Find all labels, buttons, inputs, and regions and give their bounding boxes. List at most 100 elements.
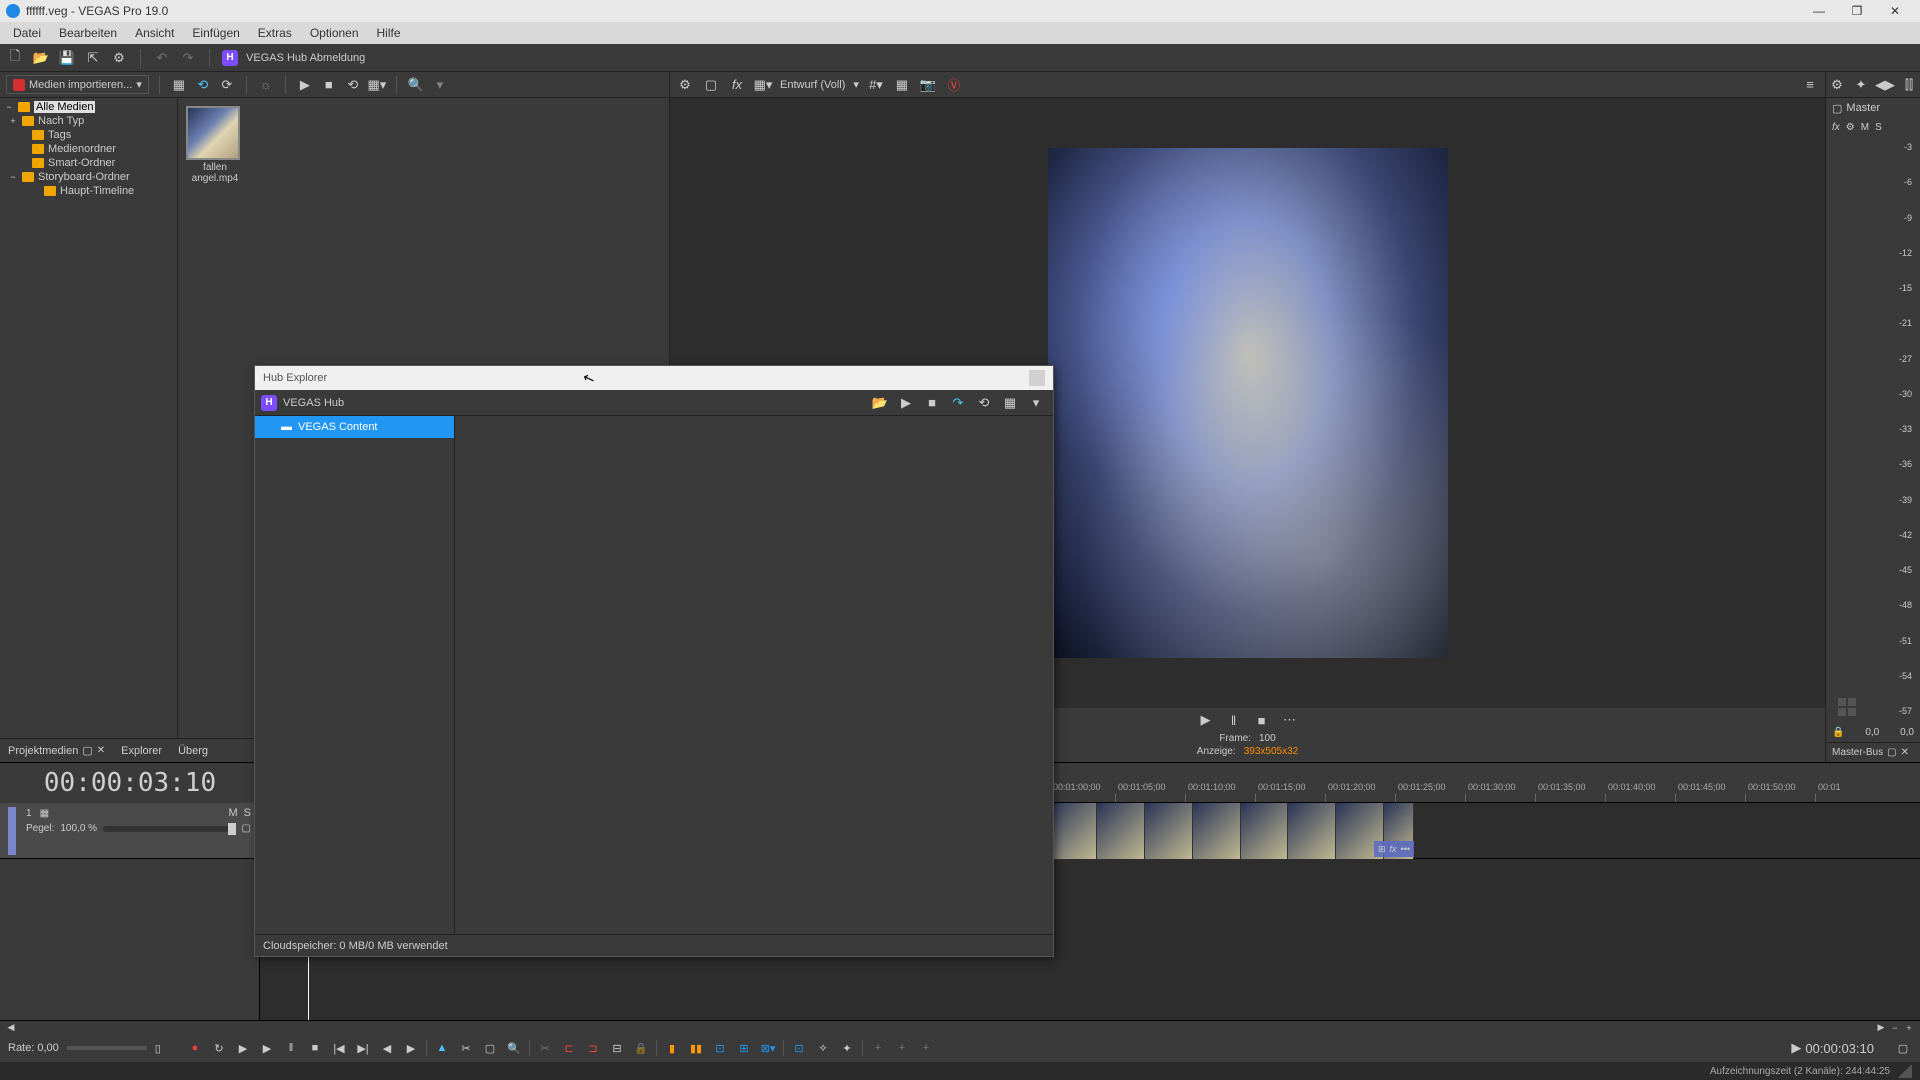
zoom-tool[interactable]: ▢ bbox=[481, 1039, 499, 1057]
refresh-icon[interactable]: ⟲ bbox=[344, 76, 362, 94]
rate-marker-icon[interactable]: ▯ bbox=[155, 1042, 161, 1055]
play-icon[interactable]: ▶ bbox=[296, 76, 314, 94]
open-folder-icon[interactable]: 📂 bbox=[871, 394, 889, 412]
tree-media-folders[interactable]: Medienordner bbox=[0, 142, 177, 156]
mono-icon[interactable]: ◀▶ bbox=[1876, 76, 1894, 94]
external-monitor-icon[interactable]: ▢ bbox=[702, 76, 720, 94]
pause-button[interactable]: ‖ bbox=[282, 1039, 300, 1057]
next-frame-button[interactable]: ▶ bbox=[402, 1039, 420, 1057]
scroll-left-icon[interactable]: ◀ bbox=[4, 1022, 18, 1034]
play-icon[interactable]: ▶ bbox=[1197, 711, 1215, 729]
tree-main-timeline[interactable]: Haupt-Timeline bbox=[0, 184, 177, 198]
hub-close-button[interactable] bbox=[1029, 370, 1045, 386]
play-button[interactable]: ▶ bbox=[258, 1039, 276, 1057]
zoom-out-icon[interactable]: − bbox=[1888, 1022, 1902, 1034]
master-bus-tab[interactable]: Master-Bus ▢ ✕ bbox=[1826, 742, 1920, 762]
resize-grip[interactable] bbox=[1898, 1064, 1912, 1078]
play-start-button[interactable]: ▶ bbox=[234, 1039, 252, 1057]
menu-einfuegen[interactable]: Einfügen bbox=[183, 22, 248, 44]
volume-button[interactable]: ✦ bbox=[838, 1039, 856, 1057]
auto-ripple-button[interactable]: ⊞ bbox=[735, 1039, 753, 1057]
trim-start-button[interactable]: ⊏ bbox=[560, 1039, 578, 1057]
snap-button[interactable]: ⊡ bbox=[711, 1039, 729, 1057]
go-start-button[interactable]: |◀ bbox=[330, 1039, 348, 1057]
overlays-icon[interactable]: ▦ bbox=[893, 76, 911, 94]
lock-button[interactable]: 🔒 bbox=[632, 1039, 650, 1057]
get-media-icon[interactable]: ⟲ bbox=[194, 76, 212, 94]
hub-titlebar[interactable]: Hub Explorer bbox=[255, 366, 1053, 390]
tab-explorer[interactable]: Explorer bbox=[113, 739, 170, 762]
stop-button[interactable]: ■ bbox=[306, 1039, 324, 1057]
menu-extras[interactable]: Extras bbox=[249, 22, 301, 44]
magnify-icon[interactable]: 🔍 bbox=[505, 1039, 523, 1057]
views-icon[interactable]: ▦ bbox=[1001, 394, 1019, 412]
preview-props-icon[interactable]: ⚙ bbox=[676, 76, 694, 94]
dropdown-icon[interactable]: ▾ bbox=[431, 76, 449, 94]
stop-icon[interactable]: ■ bbox=[320, 76, 338, 94]
properties-icon[interactable]: ⚙ bbox=[110, 49, 128, 67]
record-button[interactable]: ● bbox=[186, 1039, 204, 1057]
faders-icon[interactable]: ⫿⫿ bbox=[1900, 76, 1918, 94]
search-icon[interactable]: 🔍 bbox=[407, 76, 425, 94]
menu-datei[interactable]: Datei bbox=[4, 22, 50, 44]
tree-storyboard[interactable]: −Storyboard-Ordner bbox=[0, 170, 177, 184]
stop-icon[interactable]: ■ bbox=[923, 394, 941, 412]
open-icon[interactable]: 📂 bbox=[32, 49, 50, 67]
level-slider[interactable] bbox=[103, 826, 235, 832]
track-more-icon[interactable]: ▢ bbox=[242, 823, 251, 834]
track-color[interactable] bbox=[8, 807, 16, 855]
render-icon[interactable]: ⇱ bbox=[84, 49, 102, 67]
save-icon[interactable]: 💾 bbox=[58, 49, 76, 67]
stop-icon[interactable]: ■ bbox=[1253, 711, 1271, 729]
mute-button[interactable]: M bbox=[228, 807, 237, 819]
add-bus-button[interactable]: + bbox=[917, 1039, 935, 1057]
hub-explorer-window[interactable]: Hub Explorer H VEGAS Hub 📂 ▶ ■ ↷ ⟲ ▦ ▾ ▬… bbox=[254, 365, 1054, 957]
fit-icon[interactable]: ▢ bbox=[1894, 1039, 1912, 1057]
marker-button[interactable]: ▮ bbox=[663, 1039, 681, 1057]
more-icon[interactable]: ⋯ bbox=[1281, 711, 1299, 729]
split-button[interactable]: ⊟ bbox=[608, 1039, 626, 1057]
hub-logout-label[interactable]: VEGAS Hub Abmeldung bbox=[246, 52, 365, 64]
tree-tags[interactable]: Tags bbox=[0, 128, 177, 142]
grid-icon[interactable]: #▾ bbox=[867, 76, 885, 94]
video-fx-icon[interactable]: fx bbox=[728, 76, 746, 94]
capture-icon[interactable]: ▦ bbox=[170, 76, 188, 94]
fx-icon[interactable]: fx bbox=[1390, 844, 1397, 854]
solo-button[interactable]: S bbox=[1875, 122, 1882, 133]
video-clip[interactable]: ⊞ fx ••• bbox=[1049, 803, 1414, 859]
media-thumbnail[interactable]: fallen angel.mp4 bbox=[186, 106, 244, 184]
track-motion-icon[interactable]: ▦ bbox=[40, 808, 49, 819]
menu-ansicht[interactable]: Ansicht bbox=[126, 22, 183, 44]
more-icon[interactable]: ••• bbox=[1401, 844, 1410, 854]
menu-bearbeiten[interactable]: Bearbeiten bbox=[50, 22, 126, 44]
timecode-display[interactable]: 00:00:03:10 bbox=[0, 763, 260, 803]
play-icon[interactable]: ▶ bbox=[897, 394, 915, 412]
vegas-icon[interactable]: Ⓥ bbox=[945, 76, 963, 94]
pan-crop-icon[interactable]: ⊞ bbox=[1378, 844, 1386, 855]
auto-preview-icon[interactable]: ↷ bbox=[949, 394, 967, 412]
hub-vegas-content[interactable]: ▬ VEGAS Content bbox=[255, 416, 454, 438]
prev-frame-button[interactable]: ◀ bbox=[378, 1039, 396, 1057]
track-header-1[interactable]: 1 ▦ M S Pegel: 100,0 % ▢ bbox=[0, 803, 259, 859]
gear-icon[interactable]: ☼ bbox=[257, 76, 275, 94]
remove-icon[interactable]: ⟳ bbox=[218, 76, 236, 94]
region-button[interactable]: ▮▮ bbox=[687, 1039, 705, 1057]
menu-optionen[interactable]: Optionen bbox=[301, 22, 368, 44]
selection-tool[interactable]: ✂ bbox=[457, 1039, 475, 1057]
maximize-button[interactable]: ❐ bbox=[1838, 0, 1876, 22]
add-audio-track-button[interactable]: + bbox=[893, 1039, 911, 1057]
refresh-icon[interactable]: ⟲ bbox=[975, 394, 993, 412]
transport-timecode[interactable]: ▶ 00:00:03:10 bbox=[1791, 1040, 1874, 1056]
zoom-in-icon[interactable]: + bbox=[1902, 1022, 1916, 1034]
dropdown-icon[interactable]: ▾ bbox=[1027, 394, 1045, 412]
loop-button[interactable]: ↻ bbox=[210, 1039, 228, 1057]
close-icon[interactable]: ✕ bbox=[97, 745, 105, 756]
trim-end-button[interactable]: ⊐ bbox=[584, 1039, 602, 1057]
pause-icon[interactable]: ‖ bbox=[1225, 711, 1243, 729]
hub-badge-icon[interactable]: H bbox=[222, 50, 238, 66]
io-icon[interactable]: ▢ bbox=[1832, 102, 1842, 115]
dropdown-icon[interactable]: ▾ bbox=[853, 78, 859, 91]
redo-icon[interactable]: ↷ bbox=[179, 49, 197, 67]
menu-hilfe[interactable]: Hilfe bbox=[368, 22, 410, 44]
solo-button[interactable]: S bbox=[244, 807, 251, 819]
